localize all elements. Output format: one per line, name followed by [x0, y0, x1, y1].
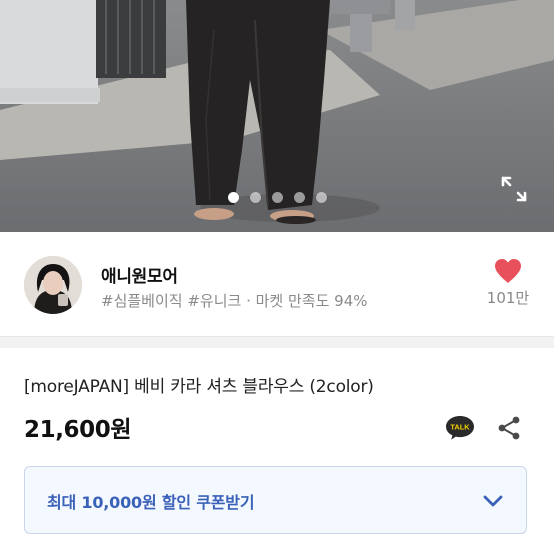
talk-badge-text: TALK	[450, 423, 470, 432]
carousel-dot[interactable]	[271, 192, 283, 203]
coupon-label: 최대 10,000원 할인 쿠폰받기	[47, 493, 255, 512]
carousel-dot[interactable]	[315, 192, 327, 203]
product-title: [moreJAPAN] 베비 카라 셔츠 블라우스 (2color)	[24, 377, 374, 397]
seller-tags: #심플베이직 #유니크 · 마켓 만족도 94%	[101, 292, 368, 310]
product-image-carousel[interactable]	[0, 0, 554, 232]
carousel-dot[interactable]	[227, 192, 239, 203]
section-divider	[0, 336, 554, 348]
kakao-talk-icon[interactable]: TALK	[445, 414, 475, 441]
carousel-indicator	[0, 192, 554, 203]
share-icon[interactable]	[496, 415, 522, 441]
seller-avatar-image	[24, 256, 82, 314]
carousel-dot[interactable]	[249, 192, 261, 203]
product-price: 21,600원	[24, 417, 132, 443]
heart-icon	[495, 259, 521, 283]
like-count: 101만	[486, 289, 530, 307]
seller-info[interactable]: 애니원모어 #심플베이직 #유니크 · 마켓 만족도 94% 101만	[0, 232, 554, 337]
chevron-down-icon	[483, 495, 503, 507]
carousel-dot[interactable]	[293, 192, 305, 203]
expand-icon[interactable]	[499, 174, 529, 204]
like-button[interactable]: 101만	[484, 258, 532, 308]
coupon-download-button[interactable]: 최대 10,000원 할인 쿠폰받기	[24, 466, 527, 534]
seller-name[interactable]: 애니원모어	[101, 262, 178, 287]
avatar[interactable]	[24, 256, 82, 314]
